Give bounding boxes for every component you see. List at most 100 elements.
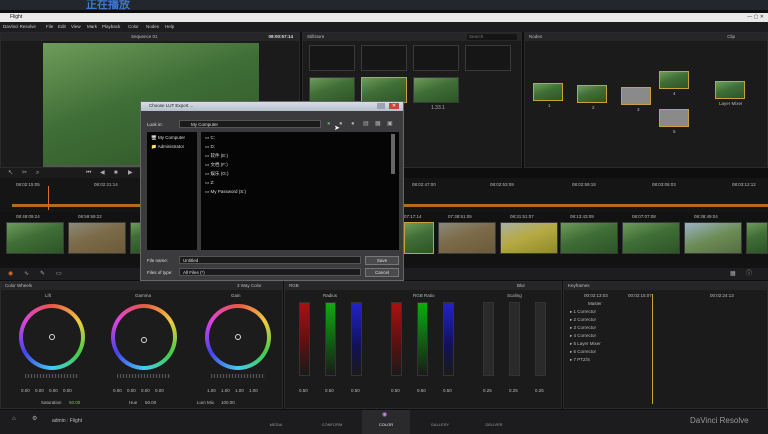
blur-label[interactable]: Blur: [517, 283, 525, 288]
hue-value[interactable]: 50.00: [145, 400, 156, 405]
gain-master-dial[interactable]: [211, 374, 265, 378]
detail-view-icon[interactable]: ▣: [387, 121, 393, 127]
curves-icon[interactable]: ∿: [24, 271, 29, 277]
color-page-icon[interactable]: ◉: [382, 412, 387, 418]
file-name-input[interactable]: Untitled: [179, 256, 361, 264]
lift-wheel-handle[interactable]: [49, 334, 55, 340]
radius-value[interactable]: 0.50: [299, 388, 308, 393]
lum-mix-value[interactable]: 100.00: [221, 400, 235, 405]
qualifier-icon[interactable]: ✎: [40, 271, 45, 277]
look-in-select[interactable]: My Computer: [179, 120, 321, 128]
scaling-value[interactable]: 0.25: [535, 388, 544, 393]
gallery-album[interactable]: [309, 45, 355, 71]
keyframe-row[interactable]: ▸ 3 Corrector: [570, 325, 596, 331]
gamma-master-dial[interactable]: [117, 374, 171, 378]
list-view-icon[interactable]: ▦: [375, 121, 381, 127]
ratio-value[interactable]: 0.50: [391, 388, 400, 393]
keyframe-playhead[interactable]: [652, 294, 653, 404]
clip-thumbnail[interactable]: [68, 222, 126, 254]
scopes-icon[interactable]: ▦: [730, 271, 736, 277]
radius-value[interactable]: 0.50: [325, 388, 334, 393]
node-1[interactable]: [533, 83, 563, 101]
scaling-green-slider[interactable]: [509, 302, 520, 376]
menu-help[interactable]: Help: [165, 24, 174, 29]
blade-icon[interactable]: ✂: [22, 170, 27, 176]
gamma-wheel-handle[interactable]: [141, 337, 147, 343]
gain-value[interactable]: 1.00: [249, 388, 258, 393]
gamma-value[interactable]: 0.00: [113, 388, 122, 393]
drive-item[interactable]: ▭ Z:: [205, 180, 215, 186]
scaling-value[interactable]: 0.25: [509, 388, 518, 393]
drive-item[interactable]: ▭ C:: [205, 135, 215, 141]
menu-view[interactable]: View: [71, 24, 81, 29]
gain-value[interactable]: 1.00: [221, 388, 230, 393]
pointer-icon[interactable]: ↖: [8, 170, 13, 176]
node-3[interactable]: [621, 87, 651, 105]
node-4[interactable]: [659, 71, 689, 89]
gallery-album[interactable]: [465, 45, 511, 71]
dialog-close-icon[interactable]: ✕: [389, 103, 399, 109]
gain-value[interactable]: 1.00: [235, 388, 244, 393]
scaling-value[interactable]: 0.25: [483, 388, 492, 393]
menu-edit[interactable]: Edit: [58, 24, 66, 29]
place-my-computer[interactable]: 🖥 My Computer: [151, 135, 185, 141]
lift-value[interactable]: 0.00: [63, 388, 72, 393]
window-controls-icon[interactable]: — ▢ ✕: [747, 14, 764, 20]
keyframe-row[interactable]: ▸ 7 PTZ/S: [570, 357, 590, 363]
ratio-value[interactable]: 0.50: [417, 388, 426, 393]
lift-value[interactable]: 0.00: [35, 388, 44, 393]
up-folder-icon[interactable]: ●: [351, 121, 355, 127]
playhead[interactable]: [48, 186, 49, 210]
clip-thumbnail[interactable]: [746, 222, 768, 254]
drive-item[interactable]: ▭ 文档 (F:): [205, 162, 228, 168]
settings-icon[interactable]: ⚙: [32, 416, 37, 422]
node-5[interactable]: [659, 109, 689, 127]
window-icon[interactable]: ▭: [56, 271, 62, 277]
menu-nodes[interactable]: Nodes: [146, 24, 159, 29]
gain-value[interactable]: 1.00: [207, 388, 216, 393]
tab-deliver[interactable]: DELIVER: [474, 422, 514, 427]
gamma-value[interactable]: 0.00: [155, 388, 164, 393]
tab-media[interactable]: MEDIA: [256, 422, 296, 427]
clip-thumbnail[interactable]: [684, 222, 742, 254]
step-back-icon[interactable]: ◀: [100, 170, 105, 176]
gamma-value[interactable]: 0.00: [141, 388, 150, 393]
clip-thumbnail[interactable]: [438, 222, 496, 254]
ratio-value[interactable]: 0.50: [443, 388, 452, 393]
clip-thumbnail[interactable]: [622, 222, 680, 254]
play-icon[interactable]: ▶: [128, 170, 133, 176]
menu-file[interactable]: File: [46, 24, 53, 29]
scaling-red-slider[interactable]: [483, 302, 494, 376]
lift-master-dial[interactable]: [25, 374, 79, 378]
wheels-mode[interactable]: 3 Way Color: [237, 283, 262, 288]
keyframe-row[interactable]: ▸ 4 Corrector: [570, 333, 596, 339]
tab-gallery[interactable]: GALLERY: [420, 422, 460, 427]
still-thumbnail[interactable]: [309, 77, 355, 103]
info-icon[interactable]: ⓘ: [746, 271, 752, 277]
ratio-red-slider[interactable]: [391, 302, 402, 376]
gamma-value[interactable]: 0.00: [127, 388, 136, 393]
tab-color[interactable]: COLOR: [366, 422, 406, 427]
gallery-album[interactable]: [413, 45, 459, 71]
radius-red-slider[interactable]: [299, 302, 310, 376]
clip-thumbnail[interactable]: [500, 222, 558, 254]
clip-thumbnail[interactable]: [6, 222, 64, 254]
zoom-icon[interactable]: ⌕: [36, 170, 39, 176]
keyframe-row[interactable]: ▸ 6 Corrector: [570, 349, 596, 355]
keyframe-row[interactable]: ▸ 2 Corrector: [570, 317, 596, 323]
tab-conform[interactable]: CONFORM: [312, 422, 352, 427]
file-list-scrollbar[interactable]: [391, 134, 395, 174]
dialog-help-icon[interactable]: [377, 103, 385, 109]
menu-app[interactable]: DaVinci Resolve: [3, 24, 36, 29]
scaling-blue-slider[interactable]: [535, 302, 546, 376]
clip-thumbnail[interactable]: [560, 222, 618, 254]
new-folder-icon[interactable]: ▤: [363, 121, 369, 127]
ratio-green-slider[interactable]: [417, 302, 428, 376]
nodes-mode[interactable]: Clip: [727, 34, 735, 39]
ratio-blue-slider[interactable]: [443, 302, 454, 376]
drive-item[interactable]: ▭ D:: [205, 144, 215, 150]
cancel-button[interactable]: Cancel: [365, 268, 399, 277]
saturation-value[interactable]: 50.00: [69, 400, 80, 405]
drive-item[interactable]: ▭ My Password (S:): [205, 189, 246, 195]
node-2[interactable]: [577, 85, 607, 103]
